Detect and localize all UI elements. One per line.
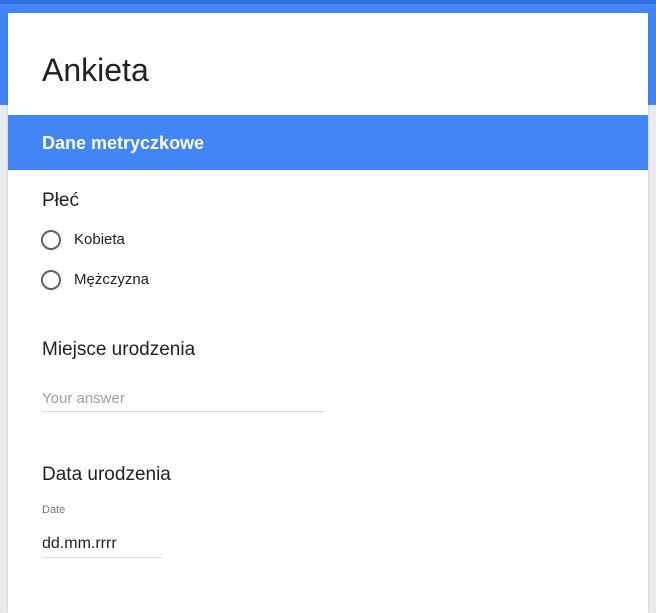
question-gender-title: Płeć [42, 190, 79, 211]
birthdate-field [42, 533, 162, 558]
radio-option-mezczyzna[interactable]: Mężczyzna [41, 269, 149, 291]
radio-option-kobieta[interactable]: Kobieta [41, 229, 125, 251]
date-caption: Date [42, 504, 66, 516]
birthplace-input[interactable] [42, 387, 324, 409]
radio-option-label: Kobieta [74, 231, 125, 248]
question-birthplace-title: Miejsce urodzenia [42, 339, 196, 360]
header-band-top-line [0, 0, 656, 4]
radio-button-icon[interactable] [41, 230, 61, 250]
section-title: Dane metryczkowe [42, 133, 205, 153]
birthdate-input[interactable] [42, 533, 162, 555]
form-title: Ankieta [42, 52, 149, 88]
question-birthdate-title: Data urodzenia [42, 464, 171, 485]
radio-option-label: Mężczyzna [74, 271, 150, 288]
birthplace-field [42, 387, 324, 412]
form-card: Ankieta Dane metryczkowe Płeć Kobieta Mę… [8, 13, 648, 613]
radio-button-icon[interactable] [41, 270, 61, 290]
section-header: Dane metryczkowe [8, 115, 648, 170]
